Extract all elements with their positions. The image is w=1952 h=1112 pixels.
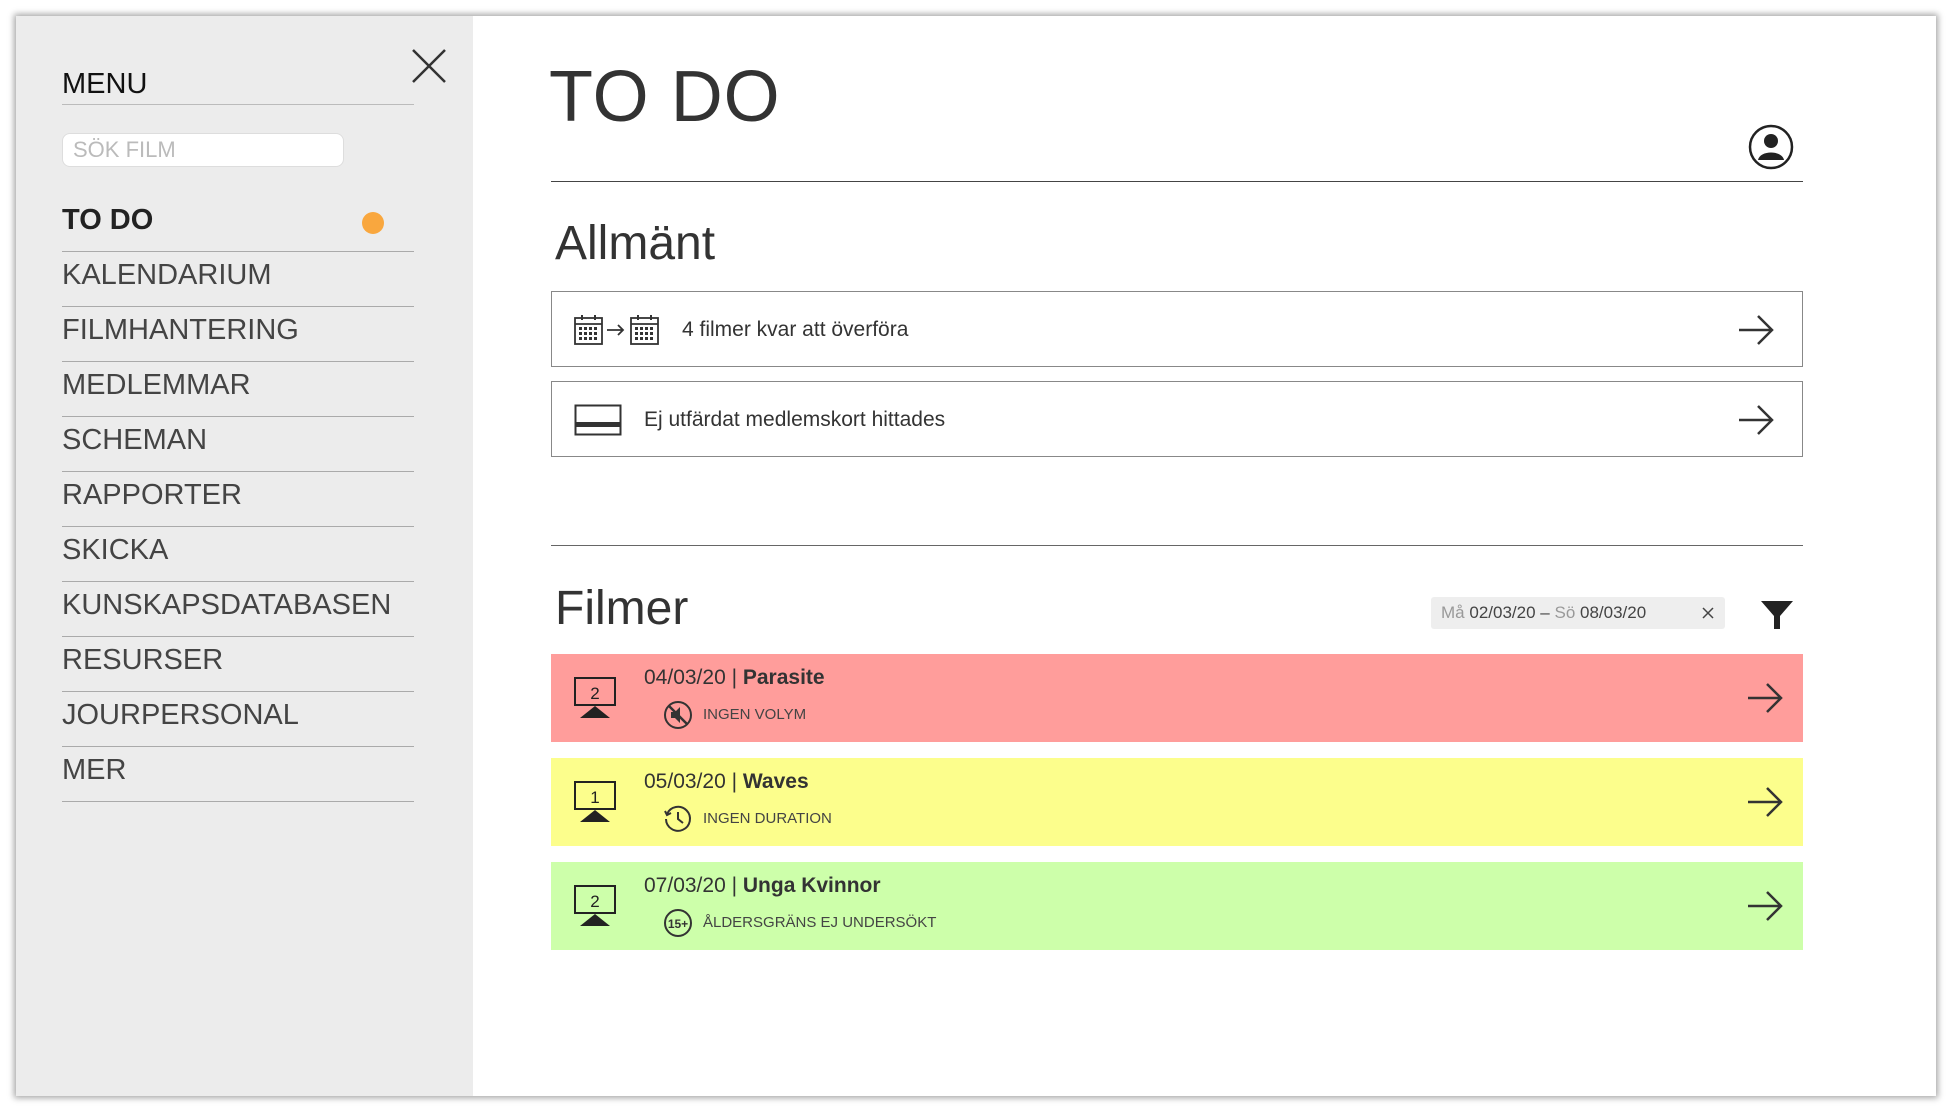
sidebar-item-kunskapsdatabasen[interactable]: KUNSKAPSDATABASEN	[62, 583, 414, 637]
age-15-icon: 15+	[664, 909, 692, 937]
arrow-right-icon	[1739, 405, 1774, 435]
task-transfer-films[interactable]: 4 filmer kvar att överföra	[551, 291, 1803, 367]
film-date: 05/03/20	[644, 770, 726, 793]
section-title-films: Filmer	[555, 582, 689, 635]
sidebar-item-label: SCHEMAN	[62, 424, 208, 456]
film-date: 07/03/20	[644, 874, 726, 897]
film-headline: 04/03/20 | Parasite	[644, 666, 825, 690]
sidebar-item-jourpersonal[interactable]: JOURPERSONAL	[62, 693, 414, 747]
section-title-general: Allmänt	[555, 217, 716, 270]
filter-from-date: 02/03/20	[1469, 603, 1536, 622]
film-name: Waves	[742, 770, 809, 793]
screen-icon: 1	[574, 781, 616, 822]
sidebar-item-label: RAPPORTER	[62, 479, 242, 511]
clock-icon	[664, 805, 691, 832]
calendar-transfer-icon	[574, 315, 659, 345]
arrow-right-icon	[1739, 315, 1774, 345]
page-title: TO DO	[549, 57, 781, 137]
film-date: 04/03/20	[644, 666, 726, 689]
sidebar-item-filmhantering[interactable]: FILMHANTERING	[62, 308, 414, 362]
sidebar-item-todo[interactable]: TO DO	[62, 198, 414, 252]
screen-number: 1	[590, 788, 599, 807]
arrow-right-icon	[1748, 891, 1783, 921]
filter-from-day: Må	[1441, 603, 1465, 622]
film-warning: ÅLDERSGRÄNS EJ UNDERSÖKT	[703, 914, 937, 931]
filter-to-day: Sö	[1554, 603, 1576, 622]
sidebar-item-scheman[interactable]: SCHEMAN	[62, 418, 414, 472]
film-separator: |	[725, 874, 743, 897]
sidebar: MENU TO DO KALENDARIUM FILMHANTERING MED…	[16, 16, 473, 1096]
arrow-right-icon	[1748, 683, 1783, 713]
user-profile-icon[interactable]	[1748, 124, 1794, 170]
film-row[interactable]: 2 07/03/20 | Unga Kvinnor 15+ ÅLDERSGRÄN…	[551, 862, 1803, 950]
sidebar-item-mer[interactable]: MER	[62, 748, 414, 802]
mute-icon	[664, 701, 692, 729]
sidebar-item-label: RESURSER	[62, 644, 224, 676]
main-content: TO DO Allmänt 4 filmer kvar att överföra…	[473, 16, 1936, 1096]
date-range-filter[interactable]: Må 02/03/20 – Sö 08/03/20	[1431, 597, 1725, 629]
sidebar-item-label: MEDLEMMAR	[62, 369, 251, 401]
film-warning: INGEN DURATION	[703, 810, 832, 827]
app-window: MENU TO DO KALENDARIUM FILMHANTERING MED…	[16, 16, 1936, 1096]
film-separator: |	[725, 666, 743, 689]
menu-title: MENU	[62, 68, 414, 105]
film-row[interactable]: 2 04/03/20 | Parasite INGEN VOLYM	[551, 654, 1803, 742]
clear-filter-icon[interactable]	[1701, 606, 1715, 620]
sidebar-item-kalendarium[interactable]: KALENDARIUM	[62, 253, 414, 307]
search-film-input[interactable]	[62, 133, 344, 167]
sidebar-item-label: JOURPERSONAL	[62, 699, 299, 731]
screen-icon: 2	[574, 885, 616, 926]
film-separator: |	[725, 770, 743, 793]
film-warning: INGEN VOLYM	[703, 706, 807, 723]
sidebar-item-resurser[interactable]: RESURSER	[62, 638, 414, 692]
film-name: Unga Kvinnor	[742, 874, 881, 897]
sidebar-item-label: MER	[62, 754, 127, 786]
sidebar-nav: TO DO KALENDARIUM FILMHANTERING MEDLEMMA…	[62, 198, 414, 803]
film-headline: 05/03/20 | Waves	[644, 770, 809, 794]
section-divider	[551, 545, 1803, 546]
notification-dot	[362, 212, 384, 234]
sidebar-item-skicka[interactable]: SKICKA	[62, 528, 414, 582]
sidebar-item-label: KUNSKAPSDATABASEN	[62, 589, 392, 621]
sidebar-item-label: KALENDARIUM	[62, 259, 272, 291]
svg-text:15+: 15+	[668, 917, 688, 931]
arrow-right-icon	[1748, 787, 1783, 817]
header-divider	[551, 181, 1803, 182]
filter-to-date: 08/03/20	[1580, 603, 1647, 622]
sidebar-item-label: FILMHANTERING	[62, 314, 299, 346]
task-label: 4 filmer kvar att överföra	[682, 318, 909, 341]
film-name: Parasite	[742, 666, 825, 689]
screen-number: 2	[590, 892, 599, 911]
film-headline: 07/03/20 | Unga Kvinnor	[644, 874, 881, 898]
task-label: Ej utfärdat medlemskort hittades	[644, 408, 946, 431]
sidebar-item-rapporter[interactable]: RAPPORTER	[62, 473, 414, 527]
film-row[interactable]: 1 05/03/20 | Waves INGEN DURATION	[551, 758, 1803, 846]
filter-icon[interactable]	[1759, 597, 1795, 633]
filter-separator: –	[1540, 603, 1550, 622]
screen-number: 2	[590, 684, 599, 703]
sidebar-item-label: SKICKA	[62, 534, 169, 566]
sidebar-item-label: TO DO	[62, 204, 154, 236]
close-icon[interactable]	[409, 46, 449, 86]
sidebar-item-medlemmar[interactable]: MEDLEMMAR	[62, 363, 414, 417]
screen-icon: 2	[574, 677, 616, 718]
task-member-card[interactable]: Ej utfärdat medlemskort hittades	[551, 381, 1803, 457]
card-icon	[574, 404, 622, 436]
